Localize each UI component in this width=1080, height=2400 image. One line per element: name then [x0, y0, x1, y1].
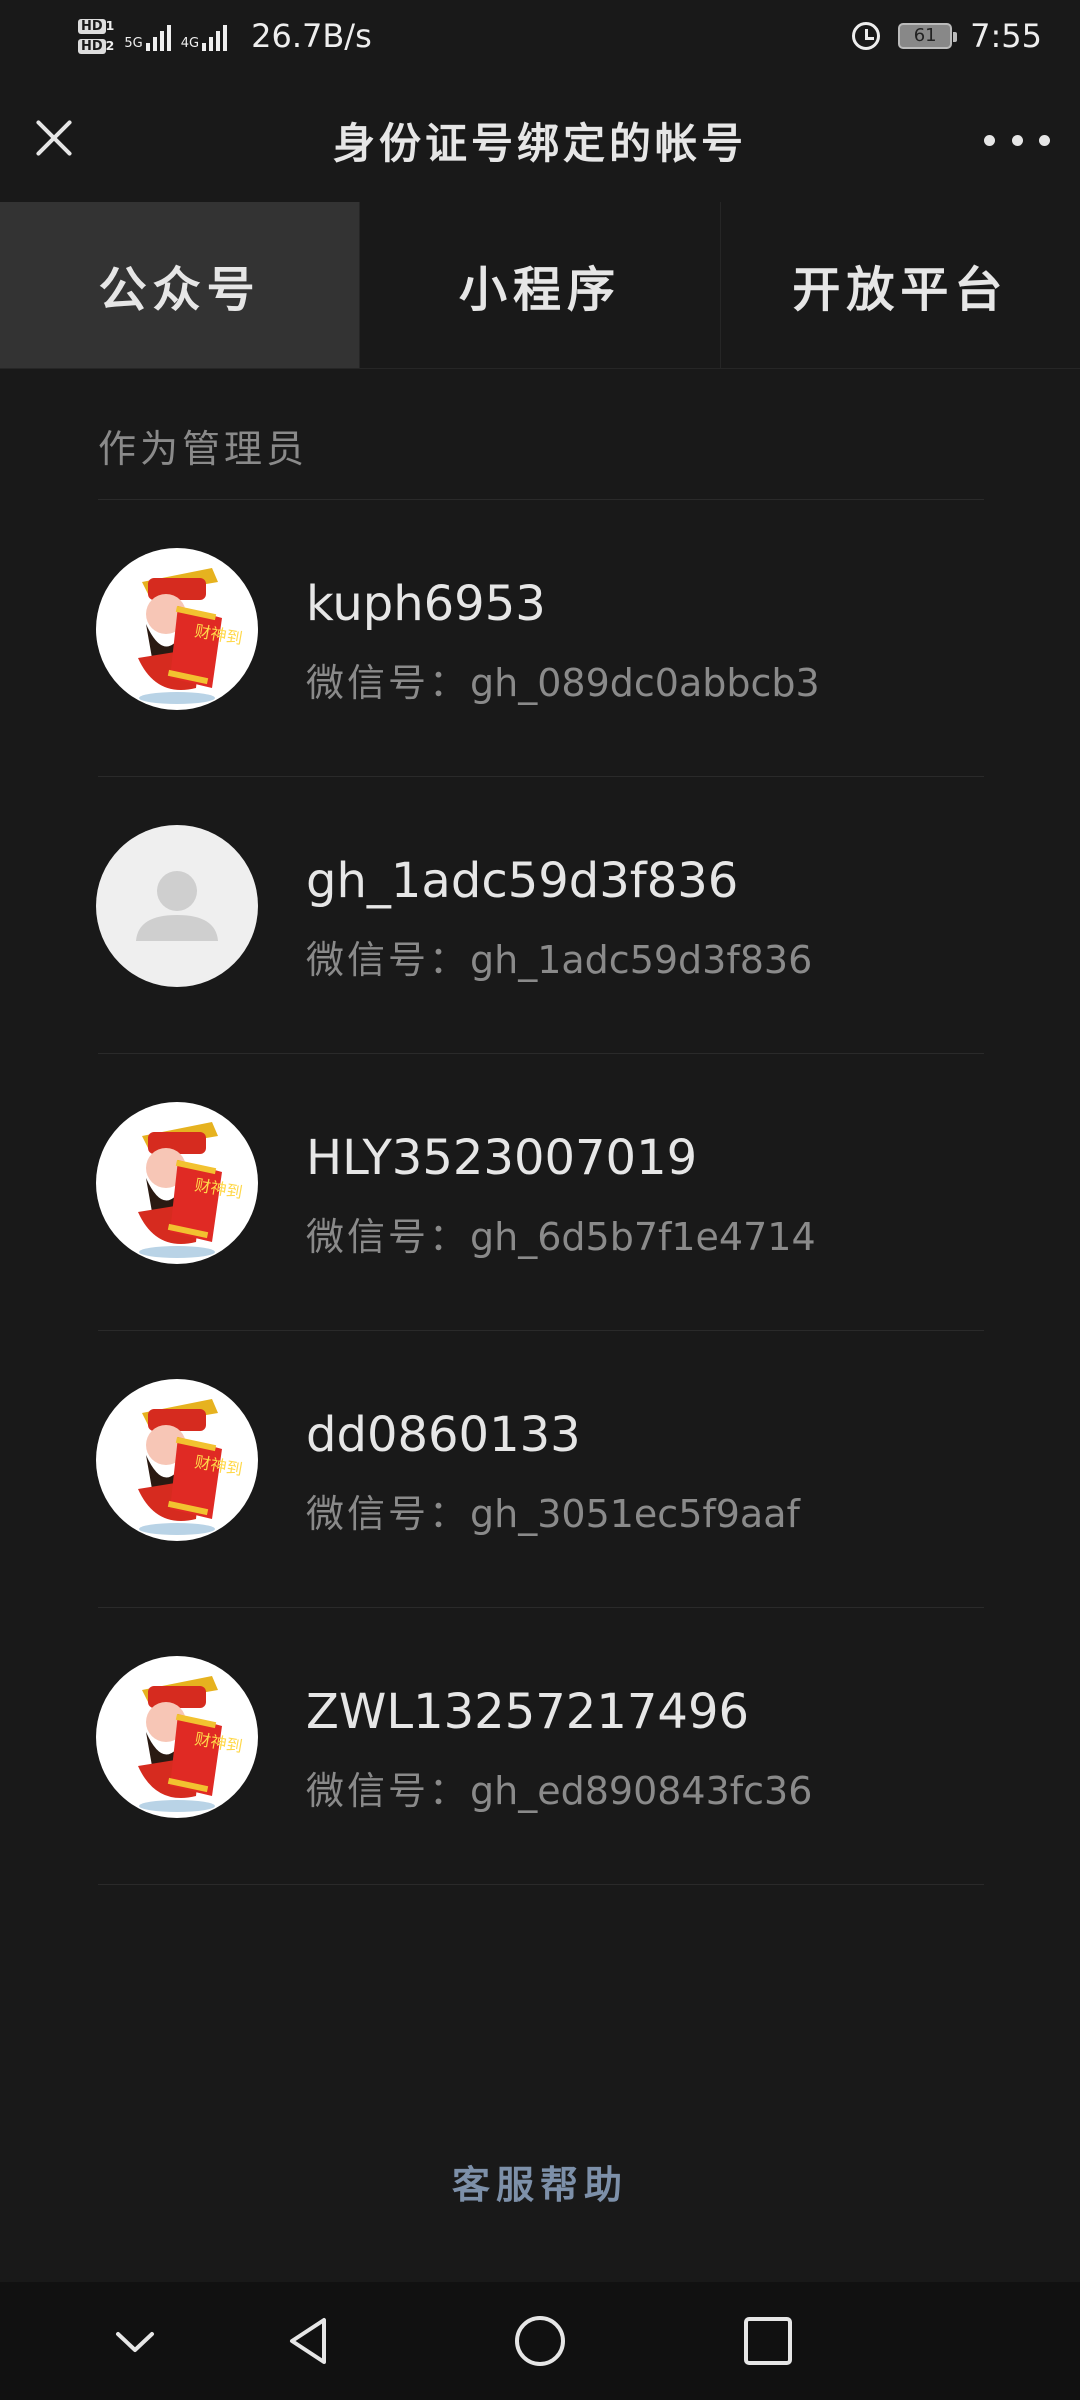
account-id: 微信号：gh_6d5b7f1e4714: [306, 1206, 816, 1261]
clock: 7:55: [970, 17, 1042, 55]
account-list: 财神到 kuph6953 微信号：gh_089dc0abbcb3 gh_1adc…: [0, 500, 1080, 1885]
net-type-label: 4G: [180, 36, 200, 51]
account-id-value: gh_3051ec5f9aaf: [470, 1492, 800, 1536]
nav-bar: 身份证号绑定的帐号: [0, 72, 1080, 202]
tab-open-platform[interactable]: 开放平台: [721, 202, 1080, 368]
more-options-icon[interactable]: [984, 128, 1050, 152]
list-item[interactable]: 财神到 ZWL13257217496 微信号：gh_ed890843fc36: [0, 1608, 1080, 1885]
system-nav-bar: [0, 2282, 1080, 2400]
account-id-label: 微信号：: [306, 1215, 471, 1259]
account-id: 微信号：gh_3051ec5f9aaf: [306, 1483, 800, 1538]
list-item[interactable]: 财神到 HLY3523007019 微信号：gh_6d5b7f1e4714: [0, 1054, 1080, 1331]
account-id-label: 微信号：: [306, 1769, 471, 1813]
list-item[interactable]: 财神到 dd0860133 微信号：gh_3051ec5f9aaf: [0, 1331, 1080, 1608]
back-icon[interactable]: [274, 2306, 344, 2376]
account-id-value: gh_6d5b7f1e4714: [470, 1215, 816, 1259]
avatar: [96, 825, 258, 987]
account-id: 微信号：gh_089dc0abbcb3: [306, 652, 820, 707]
account-id: 微信号：gh_1adc59d3f836: [306, 929, 812, 984]
customer-service-help-link[interactable]: 客服帮助: [0, 2154, 1080, 2209]
signal-icon: [145, 21, 171, 51]
avatar: 财神到: [96, 1102, 258, 1264]
page-title: 身份证号绑定的帐号: [332, 119, 747, 168]
list-item[interactable]: 财神到 kuph6953 微信号：gh_089dc0abbcb3: [0, 500, 1080, 777]
status-bar-right: 61 7:55: [852, 14, 1042, 58]
account-id-value: gh_089dc0abbcb3: [470, 661, 820, 705]
status-bar-left: HD 1 HD 2 5G 4G 26.7B/s: [78, 8, 372, 64]
tab-mini-programs[interactable]: 小程序: [360, 202, 721, 368]
account-id-label: 微信号：: [306, 938, 471, 982]
signal-5g: 5G: [124, 21, 171, 51]
caishen-avatar-icon: 财神到: [138, 1676, 244, 1812]
avatar: 财神到: [96, 1656, 258, 1818]
battery-icon: 61: [898, 23, 958, 49]
account-name: ZWL13257217496: [306, 1684, 750, 1740]
network-speed: 26.7B/s: [251, 17, 372, 55]
default-user-icon: [136, 871, 218, 941]
list-item[interactable]: gh_1adc59d3f836 微信号：gh_1adc59d3f836: [0, 777, 1080, 1054]
account-name: kuph6953: [306, 576, 546, 632]
signal-icon: [202, 21, 228, 51]
account-name: dd0860133: [306, 1407, 581, 1463]
signal-4g: 4G: [180, 21, 228, 51]
chevron-down-icon[interactable]: [100, 2306, 170, 2376]
account-name: gh_1adc59d3f836: [306, 853, 739, 909]
account-id-value: gh_ed890843fc36: [470, 1769, 813, 1813]
divider: [98, 1884, 984, 1885]
tab-bar: 公众号 小程序 开放平台: [0, 202, 1080, 369]
hd-indicator-1: HD 1: [78, 17, 114, 35]
account-id-label: 微信号：: [306, 661, 471, 705]
hd-indicators: HD 1 HD 2: [78, 17, 114, 55]
caishen-avatar-icon: 财神到: [138, 1399, 244, 1535]
account-id-value: gh_1adc59d3f836: [470, 938, 813, 982]
status-bar: HD 1 HD 2 5G 4G 26.7B/s 61 7:55: [0, 0, 1080, 72]
net-type-label: 5G: [124, 36, 143, 51]
caishen-avatar-icon: 财神到: [138, 568, 244, 704]
account-id: 微信号：gh_ed890843fc36: [306, 1760, 812, 1815]
account-name: HLY3523007019: [306, 1130, 698, 1186]
alarm-icon: [852, 22, 881, 50]
caishen-avatar-icon: 财神到: [138, 1122, 244, 1258]
avatar: 财神到: [96, 548, 258, 710]
tab-official-accounts[interactable]: 公众号: [0, 202, 361, 368]
recent-apps-icon[interactable]: [733, 2306, 803, 2376]
hd-indicator-2: HD 2: [78, 37, 114, 55]
avatar: 财神到: [96, 1379, 258, 1541]
home-icon[interactable]: [505, 2306, 575, 2376]
account-id-label: 微信号：: [306, 1492, 471, 1536]
section-label-admin: 作为管理员: [98, 427, 309, 471]
